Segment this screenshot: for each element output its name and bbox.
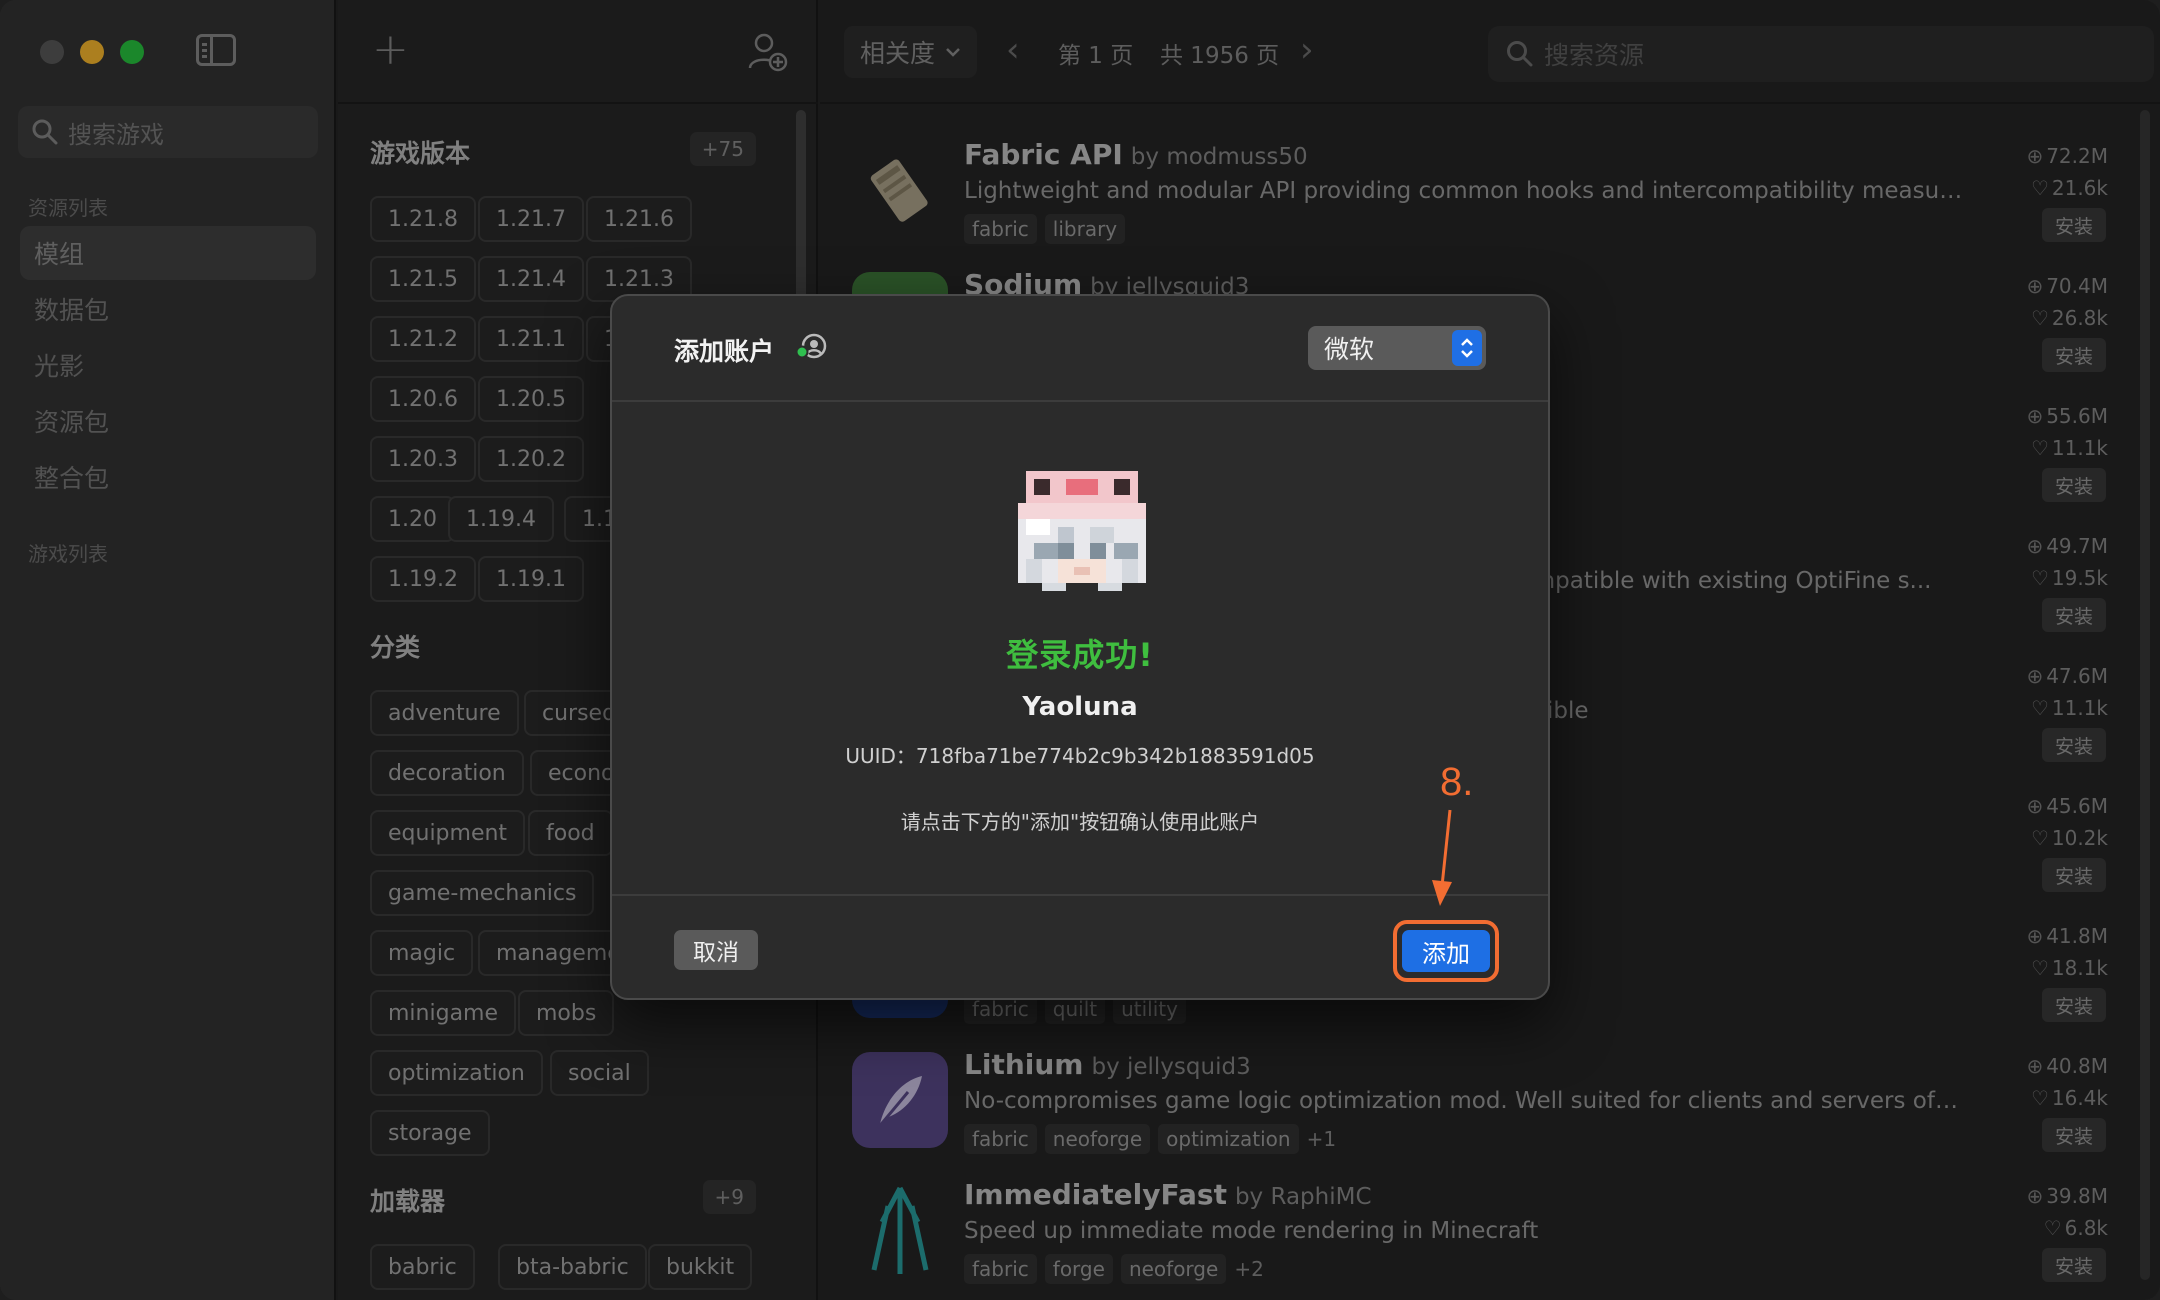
add-account-dialog: 添加账户 微软 登录成功! Yaoluna UUID：718fba71be774… [610, 294, 1550, 1000]
cancel-button[interactable]: 取消 [674, 930, 758, 970]
select-arrows-icon [1452, 330, 1482, 366]
provider-value: 微软 [1324, 335, 1375, 364]
login-success-message: 登录成功! [1006, 636, 1154, 674]
dialog-header: 添加账户 微软 [612, 296, 1548, 402]
player-avatar [1018, 471, 1146, 591]
annotation-arrow-icon [1432, 809, 1452, 906]
app-window: 搜索游戏 资源列表 模组 数据包 光影 资源包 整合包 游戏列表 + 游戏版本 … [0, 0, 2160, 1300]
add-account-button[interactable]: 添加 [1402, 930, 1490, 972]
step-annotation-label: 8. [1440, 760, 1474, 804]
dialog-footer-divider [612, 894, 1548, 896]
account-provider-select[interactable]: 微软 [1308, 326, 1486, 370]
account-status-icon [795, 333, 827, 359]
dialog-title: 添加账户 [674, 337, 775, 366]
account-uuid: UUID：718fba71be774b2c9b342b1883591d05 [845, 744, 1315, 768]
account-username: Yaoluna [1022, 692, 1138, 722]
confirm-hint: 请点击下方的"添加"按钮确认使用此账户 [900, 810, 1260, 834]
